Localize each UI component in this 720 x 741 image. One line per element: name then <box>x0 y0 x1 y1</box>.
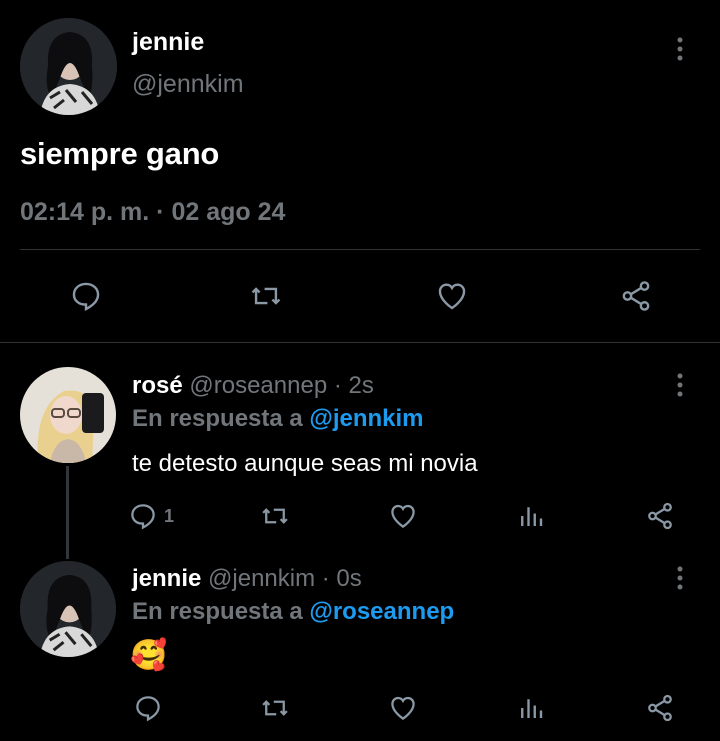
retweet-button[interactable] <box>255 499 295 533</box>
reply-count: 1 <box>164 505 175 526</box>
jennie-avatar[interactable] <box>20 561 116 657</box>
mention-link[interactable]: @roseannep <box>309 598 454 625</box>
like-button[interactable] <box>383 499 423 533</box>
reply-header: rosé @roseannep · 2s <box>132 372 374 400</box>
author-name[interactable]: jennie <box>132 28 204 57</box>
rose-avatar[interactable] <box>20 367 116 463</box>
reply-button[interactable] <box>128 691 168 725</box>
views-icon <box>521 507 543 526</box>
reply-header: jennie @jennkim · 0s <box>132 565 362 593</box>
retweet-icon <box>251 287 281 305</box>
reply-text: te detesto aunque seas mi novia <box>132 450 478 477</box>
share-button[interactable] <box>640 691 680 725</box>
retweet-icon <box>262 508 288 524</box>
like-icon <box>391 696 415 720</box>
more-options-icon[interactable] <box>668 563 692 593</box>
jennie-avatar[interactable] <box>20 18 117 115</box>
retweet-button[interactable] <box>255 691 295 725</box>
reply-emoji: 🥰 <box>130 639 168 672</box>
author-name[interactable]: jennie <box>132 565 201 592</box>
more-options-icon[interactable] <box>668 34 692 64</box>
author-handle-time[interactable]: @roseannep · 2s <box>189 372 373 399</box>
share-icon <box>622 281 650 311</box>
retweet-button[interactable] <box>246 278 286 314</box>
share-icon <box>648 694 672 722</box>
like-icon <box>391 504 415 528</box>
reply-prefix: En respuesta a <box>132 405 310 432</box>
author-name[interactable]: rosé <box>132 372 183 399</box>
mention-link[interactable]: @jennkim <box>309 405 423 432</box>
more-options-icon[interactable] <box>668 370 692 400</box>
thread-connector <box>66 466 69 559</box>
author-handle[interactable]: @jennkim <box>132 70 244 99</box>
like-button[interactable] <box>432 278 472 314</box>
share-button[interactable] <box>616 278 656 314</box>
views-button[interactable] <box>511 499 551 533</box>
reply-context: En respuesta a @roseannep <box>132 598 454 626</box>
divider <box>20 249 700 250</box>
reply-button[interactable]: 1 <box>128 499 188 533</box>
views-icon <box>521 699 543 718</box>
reply-button[interactable] <box>66 278 106 314</box>
like-button[interactable] <box>383 691 423 725</box>
share-button[interactable] <box>640 499 680 533</box>
tweet-timestamp[interactable]: 02:14 p. m. · 02 ago 24 <box>20 198 285 227</box>
divider <box>0 342 720 343</box>
reply-context: En respuesta a @jennkim <box>132 405 424 433</box>
reply-icon <box>72 282 100 312</box>
reply-icon <box>136 696 160 722</box>
share-icon <box>648 502 672 530</box>
like-icon <box>438 283 466 310</box>
reply-icon <box>131 504 155 530</box>
retweet-icon <box>262 700 288 716</box>
author-handle-time[interactable]: @jennkim · 0s <box>208 565 362 592</box>
reply-prefix: En respuesta a <box>132 598 310 625</box>
views-button[interactable] <box>511 691 551 725</box>
tweet-text: siempre gano <box>20 136 220 171</box>
